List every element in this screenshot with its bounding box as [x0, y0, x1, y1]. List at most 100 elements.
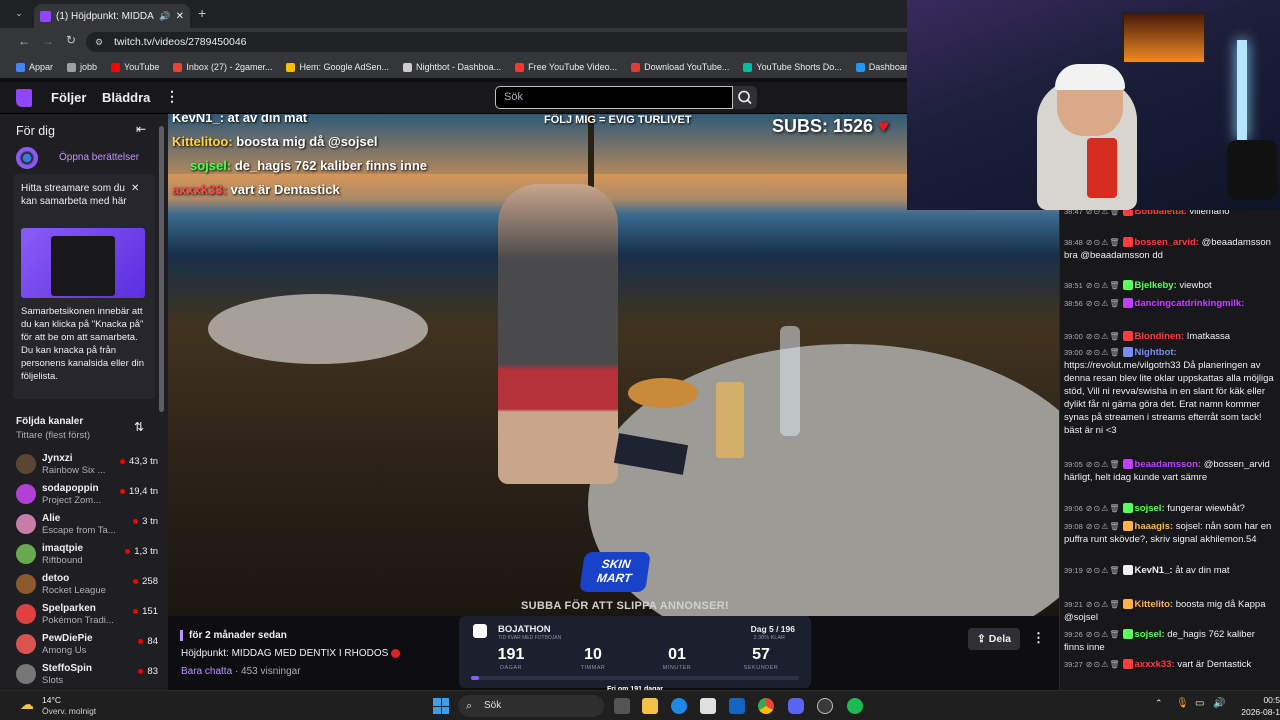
- mail-icon[interactable]: [729, 698, 745, 714]
- promo-close-icon[interactable]: ✕: [131, 183, 139, 194]
- chat-username[interactable]: bossen_arvid:: [1135, 237, 1199, 248]
- chat-message[interactable]: 38:51 ⊘⊙⚠🗑 Bjelkeby: viewbot: [1064, 279, 1276, 292]
- mod-tools-icon[interactable]: ⊘⊙⚠🗑: [1086, 299, 1121, 308]
- search-button[interactable]: [733, 86, 757, 109]
- chat-username[interactable]: Bjelkeby:: [1135, 280, 1177, 291]
- reload-icon[interactable]: ↻: [66, 33, 76, 47]
- mod-tools-icon[interactable]: ⊘⊙⚠🗑: [1086, 630, 1121, 639]
- followed-channel-detoo[interactable]: detoo Rocket League 258: [12, 570, 160, 598]
- spotify-icon[interactable]: [847, 698, 863, 714]
- obs-icon[interactable]: [817, 698, 833, 714]
- nav-following[interactable]: Följer: [51, 90, 86, 105]
- chat-message[interactable]: 38:48 ⊘⊙⚠🗑 bossen_arvid: @beaadamsson bra …: [1064, 236, 1276, 262]
- bookmark-item[interactable]: jobb: [67, 62, 97, 72]
- discord-icon[interactable]: [788, 698, 804, 714]
- chat-badge-icon: [1122, 629, 1133, 640]
- mod-tools-icon[interactable]: ⊘⊙⚠🗑: [1086, 281, 1121, 290]
- chat-message[interactable]: 39:00 ⊘⊙⚠🗑 Nightbot: https://revolut.me/vi…: [1064, 346, 1276, 437]
- edge-icon[interactable]: [671, 698, 687, 714]
- new-tab-icon[interactable]: +: [198, 5, 206, 21]
- chat-username[interactable]: beaadamsson:: [1135, 459, 1202, 470]
- mod-tools-icon[interactable]: ⊘⊙⚠🗑: [1086, 504, 1121, 513]
- open-stories-link[interactable]: Öppna berättelser: [59, 152, 139, 163]
- chat-username[interactable]: haaagis:: [1135, 521, 1174, 532]
- followed-channel-imaqtpie[interactable]: imaqtpie Riftbound 1,3 tn: [12, 540, 160, 568]
- mod-tools-icon[interactable]: ⊘⊙⚠🗑: [1086, 238, 1121, 247]
- bookmark-item[interactable]: Nightbot - Dashboa...: [403, 62, 501, 72]
- tab-close-icon[interactable]: ✕: [176, 11, 184, 22]
- tray-chevron-icon[interactable]: ⌃: [1155, 698, 1163, 709]
- chat-username[interactable]: axxxk33:: [1135, 659, 1175, 670]
- chat-message[interactable]: 39:21 ⊘⊙⚠🗑 Kittelito: boosta mig då Kappa …: [1064, 598, 1276, 624]
- speaker-icon[interactable]: 🔊: [159, 11, 170, 22]
- chat-username[interactable]: sojsel:: [1135, 629, 1165, 640]
- mod-tools-icon[interactable]: ⊘⊙⚠🗑: [1086, 600, 1121, 609]
- chat-message[interactable]: 39:26 ⊘⊙⚠🗑 sojsel: de_hagis 762 kaliber fi…: [1064, 628, 1276, 654]
- mod-tools-icon[interactable]: ⊘⊙⚠🗑: [1086, 332, 1121, 341]
- bookmark-item[interactable]: YouTube: [111, 62, 159, 72]
- weather-icon[interactable]: ☁: [20, 696, 34, 713]
- chat-message[interactable]: 39:19 ⊘⊙⚠🗑 KevN1_: åt av din mat: [1064, 564, 1276, 577]
- mic-icon[interactable]: 🎙: [1176, 698, 1189, 709]
- chat-timestamp: 39:06: [1064, 504, 1083, 513]
- nav-browse[interactable]: Bläddra: [102, 90, 150, 105]
- mod-tools-icon[interactable]: ⊘⊙⚠🗑: [1086, 522, 1121, 531]
- bookmark-item[interactable]: Hem: Google AdSen...: [286, 62, 389, 72]
- channel-name: SteffoSpin: [42, 663, 92, 674]
- chat-username[interactable]: Kittelito:: [1135, 599, 1174, 610]
- followed-channel-sodapoppin[interactable]: sodapoppin Project Zom... 19,4 tn: [12, 480, 160, 508]
- chat-username[interactable]: sojsel:: [1135, 503, 1165, 514]
- chat-username[interactable]: Blondinen:: [1135, 331, 1185, 342]
- file-explorer-icon[interactable]: [642, 698, 658, 714]
- bookmark-item[interactable]: Free YouTube Video...: [515, 62, 617, 72]
- channel-avatar: [16, 484, 36, 504]
- taskbar-search[interactable]: ⌕ Sök: [458, 695, 604, 717]
- browser-tab[interactable]: (1) Höjdpunkt: MIDDAG MED 🔊 ✕: [34, 4, 190, 28]
- followed-channel-jynxzi[interactable]: Jynxzi Rainbow Six ... 43,3 tn: [12, 450, 160, 478]
- forward-icon[interactable]: →: [42, 34, 54, 48]
- chat-username[interactable]: KevN1_:: [1135, 565, 1173, 576]
- share-button[interactable]: ⇪ Dela: [968, 628, 1020, 650]
- chat-message[interactable]: 39:00 ⊘⊙⚠🗑 Blondinen: Imatkassa: [1064, 330, 1276, 343]
- volume-icon[interactable]: 🔊: [1213, 698, 1225, 709]
- store-icon[interactable]: [700, 698, 716, 714]
- category-link[interactable]: Bara chatta: [181, 666, 232, 677]
- windows-start-icon[interactable]: [433, 698, 449, 714]
- chrome-icon[interactable]: [758, 698, 774, 714]
- twitch-logo-icon[interactable]: [16, 89, 32, 107]
- site-info-icon[interactable]: ⚙: [95, 32, 103, 52]
- back-icon[interactable]: ←: [18, 34, 30, 48]
- chat-username[interactable]: dancingcatdrinkingmilk:: [1135, 298, 1245, 309]
- followed-channel-alie[interactable]: Alie Escape from Ta... 3 tn: [12, 510, 160, 538]
- network-icon[interactable]: ▭: [1195, 698, 1204, 709]
- chat-message[interactable]: 39:27 ⊘⊙⚠🗑 axxxk33: vart är Dentastick: [1064, 658, 1276, 671]
- task-view-icon[interactable]: [614, 698, 630, 714]
- followed-channel-steffospin[interactable]: SteffoSpin Slots 83: [12, 660, 160, 688]
- chat-message[interactable]: 38:56 ⊘⊙⚠🗑 dancingcatdrinkingmilk:: [1064, 297, 1276, 310]
- chat-message[interactable]: 39:06 ⊘⊙⚠🗑 sojsel: fungerar wiewbåt?: [1064, 502, 1276, 515]
- sidebar-scrollbar[interactable]: [159, 126, 164, 412]
- mod-tools-icon[interactable]: ⊘⊙⚠🗑: [1086, 348, 1121, 357]
- followed-channel-pewdiepie[interactable]: PewDiePie Among Us 84: [12, 630, 160, 658]
- bookmark-item[interactable]: YouTube Shorts Do...: [743, 62, 842, 72]
- bookmark-favicon-icon: [743, 62, 753, 72]
- video-more-icon[interactable]: ⋮: [1032, 630, 1045, 646]
- search-input[interactable]: Sök: [495, 86, 733, 109]
- mod-tools-icon[interactable]: ⊘⊙⚠🗑: [1086, 460, 1121, 469]
- mod-tools-icon[interactable]: ⊘⊙⚠🗑: [1086, 660, 1121, 669]
- sort-icon[interactable]: ⇅: [134, 420, 144, 434]
- collapse-sidebar-icon[interactable]: ⇤: [136, 122, 146, 136]
- channel-name: detoo: [42, 573, 70, 584]
- chat-username[interactable]: Nightbot:: [1135, 347, 1177, 358]
- bookmark-item[interactable]: Download YouTube...: [631, 62, 729, 72]
- followed-channel-spelparken[interactable]: Spelparken Pokémon Tradi... 151: [12, 600, 160, 628]
- open-stories-row[interactable]: [16, 147, 46, 169]
- mod-tools-icon[interactable]: ⊘⊙⚠🗑: [1086, 566, 1121, 575]
- bookmark-item[interactable]: Inbox (27) - 2gamer...: [173, 62, 272, 72]
- tab-list-icon[interactable]: ⌄: [12, 8, 26, 22]
- more-menu-icon[interactable]: ⋮: [165, 88, 179, 105]
- chat-message[interactable]: 39:05 ⊘⊙⚠🗑 beaadamsson: @bossen_arvid härl…: [1064, 458, 1276, 484]
- chat-message[interactable]: 39:08 ⊘⊙⚠🗑 haaagis: sojsel: nån som har en…: [1064, 520, 1276, 546]
- bookmark-item[interactable]: Appar: [16, 62, 53, 72]
- promo-title: Hitta streamare som du kan samarbeta med…: [21, 183, 127, 207]
